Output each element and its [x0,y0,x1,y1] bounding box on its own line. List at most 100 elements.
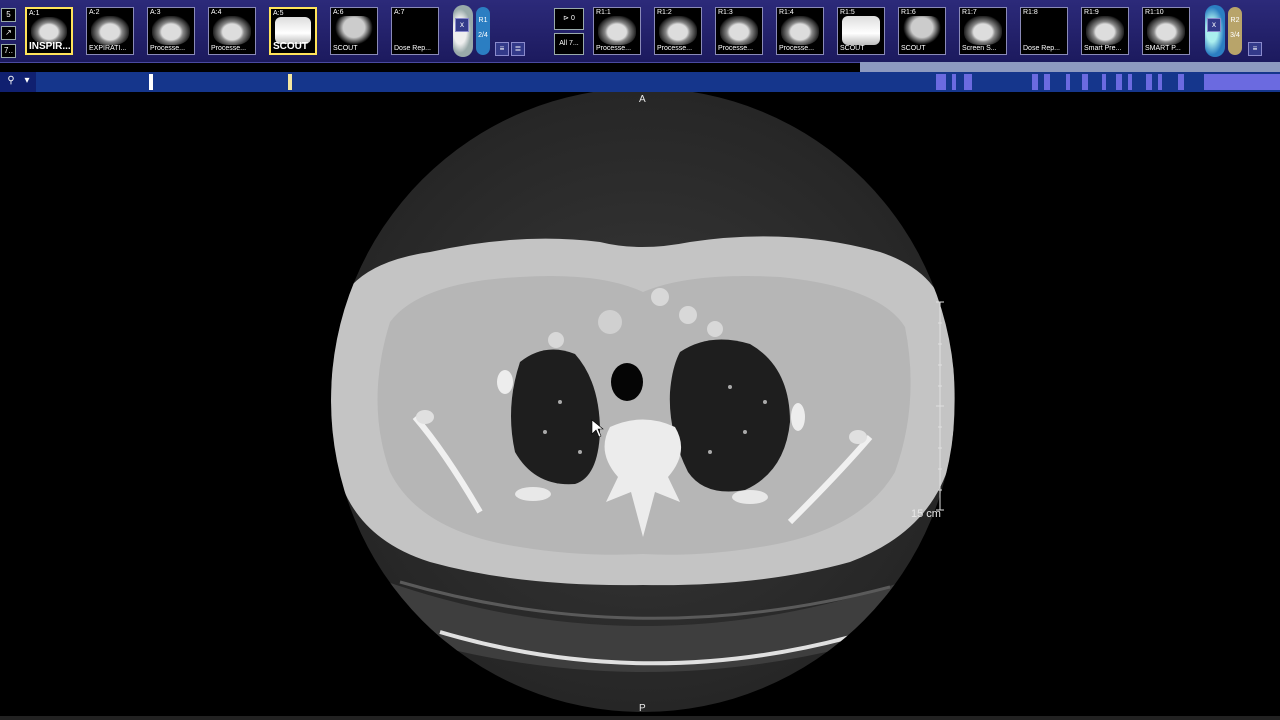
all-series-button[interactable]: All 7... [554,33,584,55]
series-id: A:3 [150,9,161,16]
series-thumbnail[interactable]: R1:7 Screen S... [959,7,1007,55]
series-thumbnail[interactable]: A:5 SCOUT [269,7,317,55]
series-thumbnail[interactable]: R1:9 Smart Pre... [1081,7,1129,55]
series-description: SCOUT [840,45,865,52]
series-id: A:7 [394,9,405,16]
series-thumbnail[interactable]: A:7 Dose Rep... [391,7,439,55]
series-id: R1:1 [596,9,611,16]
thumbnail-image [91,16,129,45]
series-id: R1:7 [962,9,977,16]
more-button[interactable]: 7.. [1,44,16,58]
thumbnail-image [903,16,941,45]
chevron-down-icon[interactable]: ▾ [21,75,33,88]
series-description: Processe... [779,45,815,52]
series-id: A:2 [89,9,100,16]
series-id: A:5 [273,10,284,17]
series-thumbnail[interactable]: A:1 INSPIR... [25,7,73,55]
series-segment [1102,74,1106,90]
current-slice-marker[interactable] [149,74,153,90]
series-thumbnail[interactable]: R1:4 Processe... [776,7,824,55]
series-thumbnail[interactable]: R1:2 Processe... [654,7,702,55]
group-indicator-r2[interactable]: R2 3/4 [1228,7,1242,55]
series-segment [1032,74,1038,90]
navigator-tools: ⚲ ▾ [0,72,36,92]
series-thumbnail[interactable]: R1:10 SMART P... [1142,7,1190,55]
series-segment [1082,74,1088,90]
image-viewport[interactable]: A P 15 cm [0,88,1280,716]
group-label: R1 [478,17,488,24]
series-id: A:6 [333,9,344,16]
series-thumbnail[interactable]: R1:6 SCOUT [898,7,946,55]
series-id: A:4 [211,9,222,16]
series-description: Processe... [211,45,247,52]
thumbnail-image [964,16,1002,45]
thumbnail-image [842,16,880,45]
series-segment [1066,74,1070,90]
thumbnail-image [659,16,697,45]
status-strip [0,716,1280,720]
series-segment [1116,74,1122,90]
group-count: 2/4 [478,32,488,39]
thumbnail-image [598,16,636,45]
series-thumbnail[interactable]: A:2 EXPIRATI... [86,7,134,55]
close-group-button-r2[interactable]: x [1207,18,1221,32]
series-description: EXPIRATI... [89,45,127,52]
series-description: INSPIR... [29,41,70,52]
series-thumbnail[interactable]: A:4 Processe... [208,7,256,55]
series-thumbnail[interactable]: R1:5 SCOUT [837,7,885,55]
series-segment [964,74,972,90]
series-description: Processe... [657,45,693,52]
series-thumbnail[interactable]: R1:8 Dose Rep... [1020,7,1068,55]
series-segment [1146,74,1152,90]
layout-button[interactable]: 5 [1,8,16,22]
thumbnail-image [213,16,251,45]
group-count-r2: 3/4 [1230,32,1240,39]
series-navigator[interactable]: ⚲ ▾ [0,72,1280,92]
thumbnail-image [1147,16,1185,45]
thumbnail-image [1025,16,1063,45]
loading-strip [860,62,1280,72]
page-counter-value: 0 [570,15,575,22]
series-description: SCOUT [273,41,308,52]
grid-view-icon[interactable]: ≣ [511,42,525,56]
list-view-icon[interactable]: ≡ [495,42,509,56]
page-counter[interactable]: ⊳ 0 [554,8,584,30]
series-segment [1044,74,1050,90]
series-id: R1:10 [1145,9,1164,16]
thumbnail-image [396,16,434,45]
thumbnail-image [1086,16,1124,45]
series-id: R1:8 [1023,9,1038,16]
thumbnail-image [720,16,758,45]
series-id: R1:4 [779,9,794,16]
group-indicator-r1[interactable]: R1 2/4 [476,7,490,55]
ct-axial-image[interactable] [0,88,1280,716]
series-id: R1:6 [901,9,916,16]
reference-slice-marker[interactable] [288,74,292,90]
series-thumbnail[interactable]: R1:3 Processe... [715,7,763,55]
series-id: A:1 [29,10,40,17]
series-segment [952,74,956,90]
link-icon[interactable]: ⚲ [5,75,17,88]
series-description: Dose Rep... [1023,45,1060,52]
series-description: Smart Pre... [1084,45,1122,52]
thumbnail-image [152,16,190,45]
thumbnail-image [781,16,819,45]
tool-arrow-button[interactable]: ↗ [1,26,16,40]
series-thumbnail[interactable]: R1:1 Processe... [593,7,641,55]
thumbnail-image [275,17,311,44]
pointer-icon: ⊳ [563,15,571,22]
series-description: Processe... [150,45,186,52]
close-group-button[interactable]: x [455,18,469,32]
series-id: R1:9 [1084,9,1099,16]
group-label-r2: R2 [1230,17,1240,24]
series-description: SCOUT [901,45,926,52]
thumbnail-image [31,17,67,44]
series-description: Dose Rep... [394,45,431,52]
series-description: Screen S... [962,45,997,52]
series-end-block [1204,74,1280,90]
series-thumbnail-bar: 5 ↗ 7.. A:1 INSPIR... A:2 EXPIRATI... A:3 Pro… [0,0,1280,63]
series-track[interactable] [36,72,1280,92]
list-view-icon-r2[interactable]: ≡ [1248,42,1262,56]
series-thumbnail[interactable]: A:6 SCOUT [330,7,378,55]
series-thumbnail[interactable]: A:3 Processe... [147,7,195,55]
